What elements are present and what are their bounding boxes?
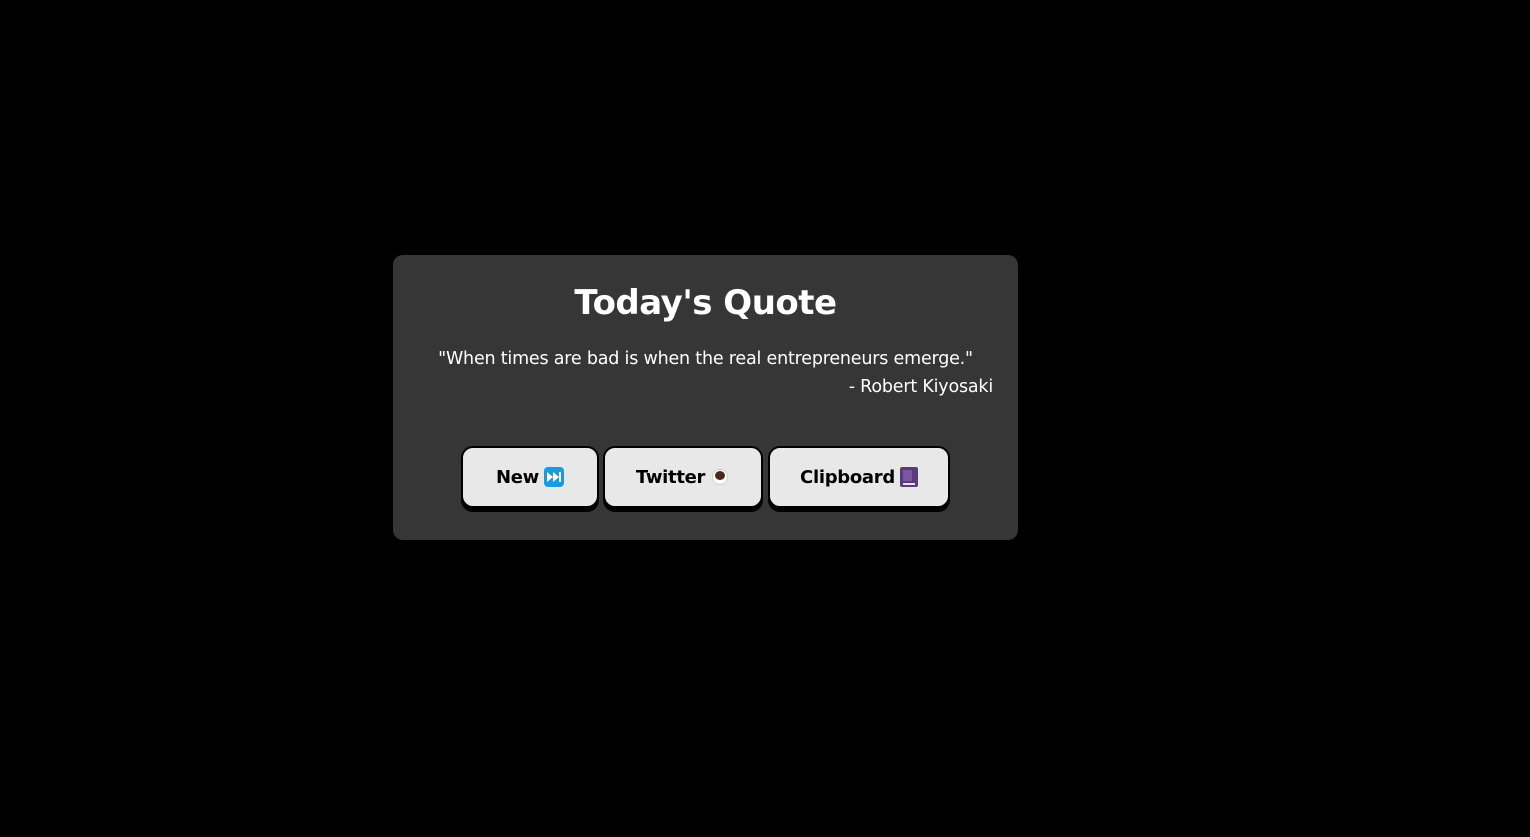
twitter-button-label: Twitter <box>635 466 706 488</box>
quote-card: Today's Quote "When times are bad is whe… <box>393 255 1018 540</box>
new-quote-button[interactable]: New <box>461 446 599 508</box>
page-title: Today's Quote <box>574 283 837 323</box>
coffee-icon <box>710 467 730 487</box>
quote-text: "When times are bad is when the real ent… <box>438 349 973 369</box>
copy-clipboard-button[interactable]: Clipboard <box>768 446 950 508</box>
book-icon <box>899 467 918 487</box>
fast-forward-icon <box>544 467 564 487</box>
twitter-share-button[interactable]: Twitter <box>603 446 763 508</box>
clipboard-button-label: Clipboard <box>800 466 895 488</box>
new-button-label: New <box>495 466 539 488</box>
quote-author: - Robert Kiyosaki <box>848 377 993 397</box>
